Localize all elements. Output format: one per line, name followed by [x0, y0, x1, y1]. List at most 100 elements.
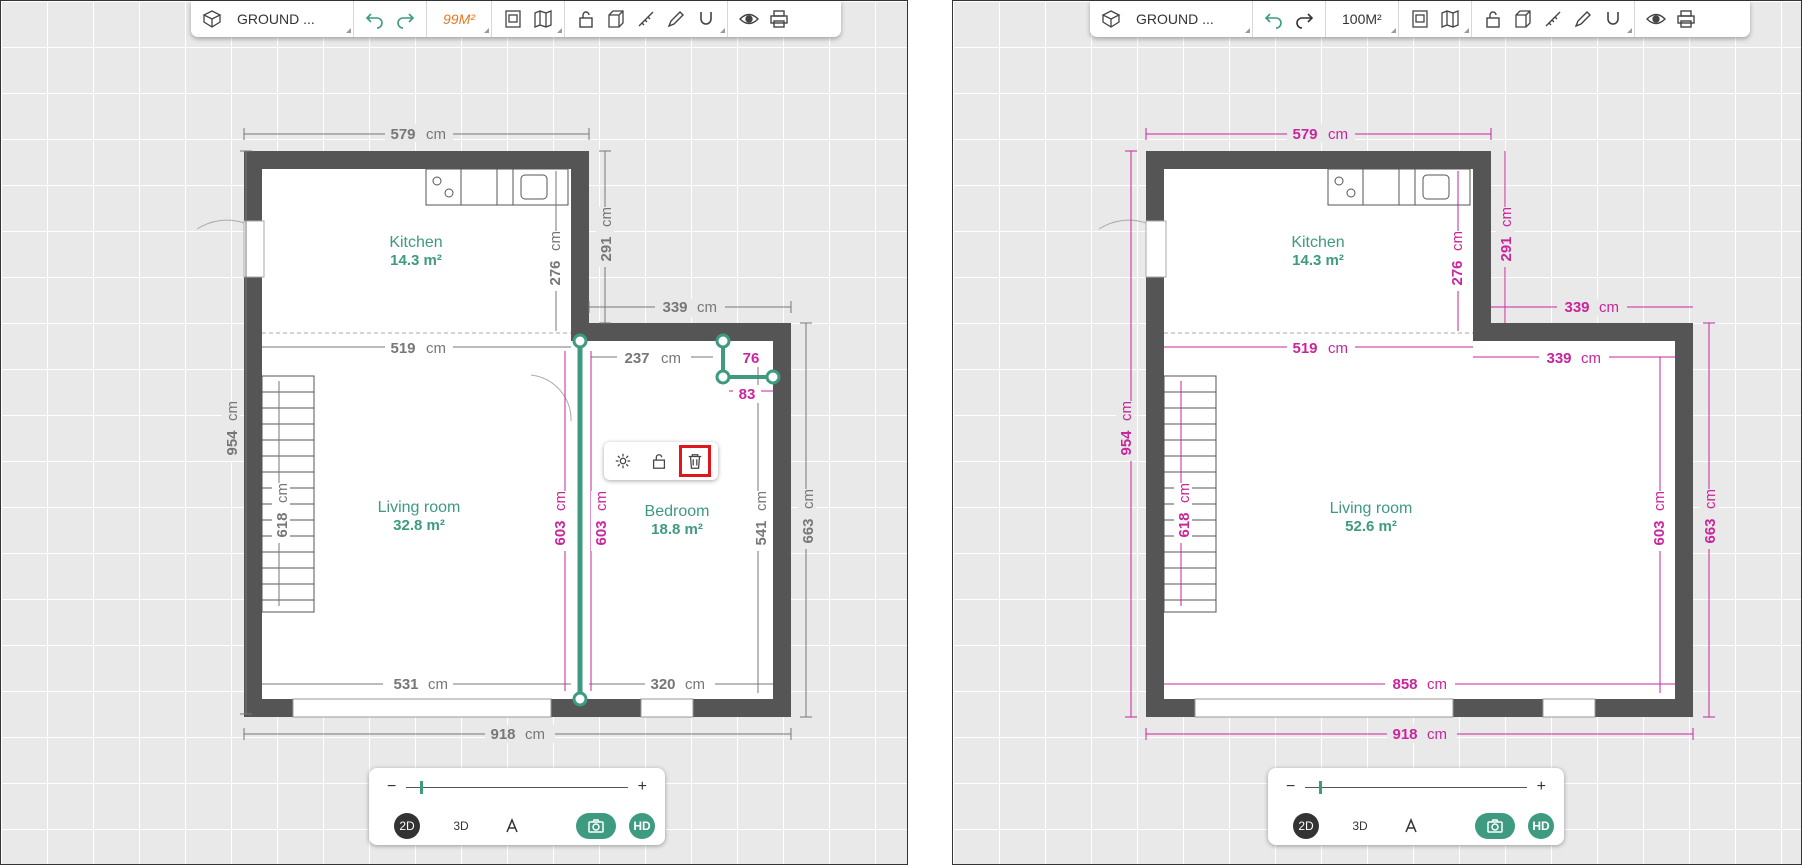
dim-wall-603b: 603 [593, 520, 610, 545]
dim-top-value: 579 [1292, 126, 1317, 143]
camera-button[interactable] [1475, 813, 1515, 839]
window-bottom-left [1194, 698, 1454, 718]
room-name-kitchen: Kitchen [389, 234, 442, 251]
svg-text:cm: cm [753, 491, 770, 511]
dim-ext-291: 291 [598, 236, 615, 261]
dim-stair-618: 618 [274, 512, 291, 537]
room-name-kitchen: Kitchen [1291, 234, 1344, 251]
dim-small-76: 76 [743, 350, 760, 367]
mode-3d-button[interactable]: 3D [448, 813, 474, 839]
svg-text:cm: cm [598, 207, 615, 227]
svg-text:cm: cm [1581, 350, 1601, 367]
dim-ext-339a: 339 [1564, 299, 1589, 316]
dim-bottom-531: 531 [393, 676, 418, 693]
gear-icon[interactable] [610, 448, 636, 474]
dim-ext-339b: 339 [1546, 350, 1571, 367]
window-bottom-right [640, 698, 694, 718]
dim-inner-603: 603 [1651, 520, 1668, 545]
svg-text:cm: cm [1176, 483, 1193, 503]
room-area-living: 32.8 m² [393, 517, 445, 534]
floor-plan-left: Kitchen 14.3 m² Living room 32.8 m² Bedr… [196, 124, 817, 743]
dim-small-83: 83 [739, 386, 756, 403]
hd-button[interactable]: HD [629, 813, 655, 839]
zoom-slider[interactable] [1305, 780, 1527, 794]
svg-text:cm: cm [552, 491, 569, 511]
dim-bottom-320: 320 [650, 676, 675, 693]
dim-right-663: 663 [1702, 518, 1719, 543]
svg-text:cm: cm [1449, 231, 1466, 251]
svg-text:cm: cm [428, 676, 448, 693]
svg-text:cm: cm [800, 489, 817, 509]
hd-button[interactable]: HD [1528, 813, 1554, 839]
dim-mid-value: 519 [390, 340, 415, 357]
wall-context-popup [604, 442, 718, 480]
window-bottom-left [292, 698, 552, 718]
dim-right-663: 663 [800, 518, 817, 543]
svg-text:cm: cm [661, 350, 681, 367]
svg-text:cm: cm [426, 340, 446, 357]
camera-button[interactable] [576, 813, 616, 839]
svg-text:cm: cm [1498, 207, 1515, 227]
right-editor-panel: GROUND ... 100M² Kitchen 14.3 m² Living … [952, 0, 1802, 865]
mode-3d-button[interactable]: 3D [1347, 813, 1373, 839]
zoom-in-button[interactable]: + [638, 778, 647, 796]
dim-top-unit: cm [426, 126, 446, 143]
svg-text:cm: cm [593, 491, 610, 511]
dim-kitchen-276: 276 [1449, 260, 1466, 285]
navigation-icon[interactable] [499, 813, 525, 839]
bottom-controls: − + 2D 3D HD [1268, 768, 1564, 845]
dim-left-954: 954 [1118, 430, 1135, 456]
unlock-icon[interactable] [646, 448, 672, 474]
dim-ext-339: 339 [662, 299, 687, 316]
navigation-icon[interactable] [1398, 813, 1424, 839]
window-bottom-right [1542, 698, 1596, 718]
svg-text:cm: cm [1328, 126, 1348, 143]
wall-handle-bottom[interactable] [572, 691, 588, 707]
svg-text:cm: cm [685, 676, 705, 693]
mode-2d-button[interactable]: 2D [394, 813, 420, 839]
svg-text:cm: cm [525, 726, 545, 743]
room-name-bedroom: Bedroom [645, 503, 710, 520]
zoom-out-button[interactable]: − [387, 778, 396, 796]
dim-stair-618: 618 [1176, 512, 1193, 537]
room-area-kitchen: 14.3 m² [1292, 252, 1344, 269]
zoom-control: − + [387, 778, 647, 796]
mode-2d-button[interactable]: 2D [1293, 813, 1319, 839]
svg-text:cm: cm [1118, 401, 1135, 421]
dim-total-918: 918 [1392, 726, 1417, 743]
dim-bottom-858: 858 [1392, 676, 1417, 693]
svg-text:cm: cm [1702, 489, 1719, 509]
svg-text:cm: cm [547, 231, 564, 251]
zoom-thumb[interactable] [419, 780, 423, 794]
dim-bed-541: 541 [753, 520, 770, 545]
door-left [243, 220, 265, 278]
door-swing [196, 219, 245, 230]
svg-text:cm: cm [1427, 726, 1447, 743]
svg-text:cm: cm [1328, 340, 1348, 357]
room-area-bedroom: 18.8 m² [651, 521, 703, 538]
floor-interior [1164, 169, 1675, 699]
left-editor-panel: GROUND ... 99M² Kitchen 14.3 m² Living r… [0, 0, 908, 865]
zoom-thumb[interactable] [1318, 780, 1322, 794]
dim-left-954: 954 [224, 430, 241, 456]
svg-text:cm: cm [1427, 676, 1447, 693]
svg-text:cm: cm [697, 299, 717, 316]
floor-interior [262, 169, 773, 699]
zoom-out-button[interactable]: − [1286, 778, 1295, 796]
dim-bed-237: 237 [624, 350, 649, 367]
svg-text:cm: cm [1599, 299, 1619, 316]
room-name-living: Living room [1330, 500, 1413, 517]
dim-total-918: 918 [490, 726, 515, 743]
zoom-control: − + [1286, 778, 1546, 796]
room-area-kitchen: 14.3 m² [390, 252, 442, 269]
room-name-living: Living room [378, 499, 461, 516]
dim-wall-603a: 603 [552, 520, 569, 545]
wall-handle-top[interactable] [572, 333, 588, 349]
trash-icon[interactable] [679, 445, 711, 477]
bottom-controls: − + 2D 3D HD [369, 768, 665, 845]
dim-top-value: 579 [390, 126, 415, 143]
zoom-slider[interactable] [406, 780, 628, 794]
zoom-in-button[interactable]: + [1537, 778, 1546, 796]
floor-plan-right: Kitchen 14.3 m² Living room 52.6 m² 579 … [1098, 124, 1719, 743]
door-left [1145, 220, 1167, 278]
